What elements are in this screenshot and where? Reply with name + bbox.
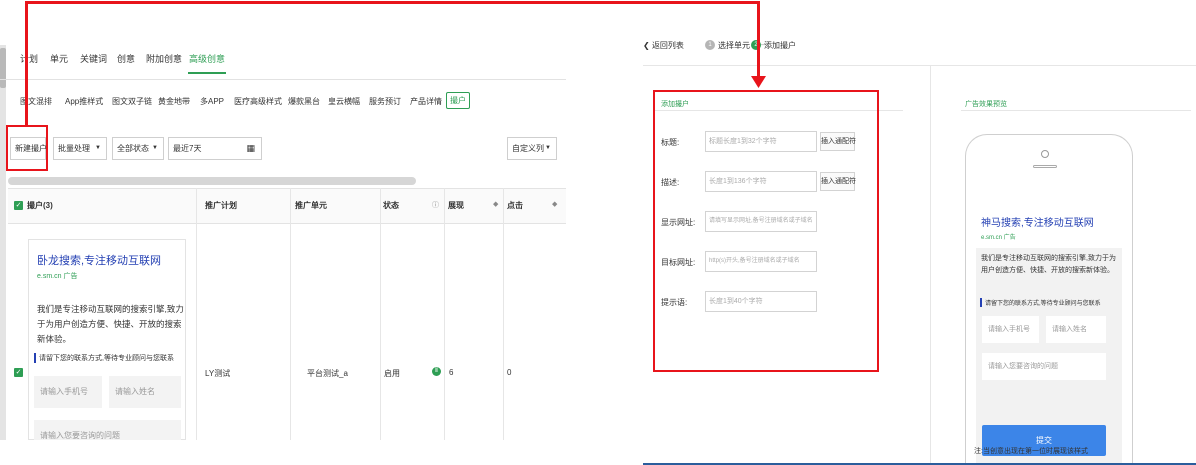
column-divider <box>503 188 504 440</box>
ad-description: 我们是专注移动互联网的搜索引擎,致力于为用户创造方便、快捷、开放的搜索新体验。 <box>37 304 184 344</box>
column-divider <box>290 188 291 440</box>
horizontal-scrollbar[interactable] <box>8 177 416 185</box>
phone-ad-description: 我们是专注移动互联网的搜索引擎,致力于为用户创造方便、快捷、开放的搜索新体验。 <box>981 255 1116 274</box>
subtab-double-link[interactable]: 图文双子链 <box>112 96 152 107</box>
campaign-manager-panel: 计划 单元 关键词 创意 附加创意 高级创意 图文混排 App推样式 图文双子链… <box>0 0 566 440</box>
ad-name-input[interactable]: 请输入姓名 <box>109 376 181 408</box>
active-tab-indicator <box>188 72 226 74</box>
custom-columns-dropdown[interactable]: 自定义列 ▼ <box>507 137 557 160</box>
header-plan[interactable]: 推广计划 <box>205 200 237 211</box>
ad-phone-input[interactable]: 请输入手机号 <box>34 376 102 408</box>
subtab-banner[interactable]: 皇云横幅 <box>328 96 360 107</box>
header-impressions[interactable]: 展现 <box>448 200 464 211</box>
sort-icon[interactable]: ◆ <box>493 200 498 208</box>
cell-unit[interactable]: 平台测试_a <box>307 368 348 379</box>
caret-down-icon: ▼ <box>545 145 551 151</box>
row-checkbox[interactable]: ✓ <box>14 368 23 377</box>
header-clicks[interactable]: 点击 <box>507 200 523 211</box>
preview-section-title: 广告效果预览 <box>965 101 1007 108</box>
annotation-highlight-form <box>653 90 879 372</box>
back-to-list-link[interactable]: ❮ 返回列表 <box>643 40 684 51</box>
annotation-arrowhead-icon <box>751 76 766 88</box>
camera-icon <box>1041 150 1049 158</box>
phone-ad-url: e.sm.cn 广告 <box>981 235 1016 241</box>
header-lead[interactable]: 撮户(3) <box>27 200 53 211</box>
ad-title[interactable]: 卧龙搜索,专注移动互联网 <box>37 252 161 268</box>
subtab-hot-stage[interactable]: 爆款黑台 <box>288 96 320 107</box>
subtab-app-style[interactable]: App推样式 <box>65 96 103 107</box>
batch-dropdown[interactable]: 批量处理 ▼ <box>53 137 107 160</box>
date-range-picker[interactable]: 最近7天 ▦ <box>168 137 262 160</box>
date-range-label: 最近7天 <box>173 144 202 153</box>
column-divider <box>444 188 445 440</box>
subtab-golden-zone[interactable]: 黄金地带 <box>158 96 190 107</box>
speaker-icon <box>1033 165 1057 168</box>
ad-preview-card: 卧龙搜索,专注移动互联网 e.sm.cn 广告 我们是专注移动互联网的搜索引擎,… <box>28 239 186 440</box>
table-header <box>8 188 566 224</box>
preview-note: 注:当创意出现在第一位时展现该样式 <box>974 448 1088 455</box>
back-label: 返回列表 <box>651 41 684 50</box>
vertical-scrollbar-thumb[interactable] <box>0 48 6 88</box>
calendar-icon: ▦ <box>246 143 255 153</box>
step-2-label: 添加撮户 <box>764 41 796 50</box>
status-filter-label: 全部状态 <box>117 144 149 153</box>
caret-down-icon: ▼ <box>95 145 101 151</box>
help-icon[interactable]: ⓘ <box>432 200 439 210</box>
ad-url: e.sm.cn 广告 <box>37 273 78 280</box>
subtab-product-detail[interactable]: 产品详情 <box>410 96 442 107</box>
subtab-lead-form[interactable]: 撮户 <box>446 92 470 109</box>
annotation-highlight-new-button <box>6 125 48 171</box>
annotation-arrow-line-right <box>757 1 760 78</box>
panel-divider <box>930 66 931 465</box>
subtab-medical-style[interactable]: 医疗高级样式 <box>234 96 282 107</box>
cell-status: 启用 <box>384 369 400 378</box>
select-all-checkbox[interactable]: ✓ <box>14 201 23 210</box>
tab-keyword[interactable]: 关键词 <box>80 52 107 65</box>
batch-label: 批量处理 <box>58 144 90 153</box>
annotation-arrow-line-top <box>25 1 760 4</box>
tab-extra-creative[interactable]: 附加创意 <box>146 52 182 65</box>
tab-advanced-creative[interactable]: 高级创意 <box>189 52 225 65</box>
subtab-multi-app[interactable]: 多APP <box>200 96 224 107</box>
ad-lead-prompt: 请留下您的联系方式,等待专业顾问与您联系 <box>34 353 174 363</box>
chevron-left-icon: ❮ <box>643 41 652 50</box>
cell-impressions: 6 <box>449 368 454 377</box>
status-filter-dropdown[interactable]: 全部状态 ▼ <box>112 137 164 160</box>
cell-clicks: 0 <box>507 368 512 377</box>
phone-ad-title[interactable]: 神马搜索,专注移动互联网 <box>981 214 1094 229</box>
phone-number-input[interactable]: 请输入手机号 <box>982 316 1039 343</box>
phone-lead-prompt: 请留下您的联系方式,等待专业顾问与您联系 <box>980 298 1101 307</box>
tab-divider <box>0 79 566 80</box>
cell-plan[interactable]: LY测试 <box>205 368 230 379</box>
tab-creative[interactable]: 创意 <box>117 52 135 65</box>
column-divider <box>196 188 197 440</box>
phone-name-input[interactable]: 请输入姓名 <box>1046 316 1106 343</box>
custom-columns-label: 自定义列 <box>512 144 544 153</box>
column-divider <box>380 188 381 440</box>
vertical-scrollbar[interactable] <box>0 45 6 440</box>
annotation-arrow-line-left <box>25 1 28 125</box>
caret-down-icon: ▼ <box>152 145 158 151</box>
tab-plan[interactable]: 计划 <box>20 52 38 65</box>
subtab-booking[interactable]: 服务预订 <box>369 96 401 107</box>
tab-unit[interactable]: 单元 <box>50 52 68 65</box>
header-unit[interactable]: 推广单元 <box>295 200 327 211</box>
preview-section-line <box>961 110 1191 111</box>
phone-mockup: 神马搜索,专注移动互联网 e.sm.cn 广告 我们是专注移动互联网的搜索引擎,… <box>965 134 1133 465</box>
sort-icon[interactable]: ◆ <box>552 200 557 208</box>
step-1-label: 选择单元 <box>718 41 750 50</box>
step-1-circle: 1 <box>705 40 715 50</box>
ad-question-input[interactable]: 请输入您要咨询的问题 <box>34 420 181 440</box>
header-status[interactable]: 状态 <box>383 200 399 211</box>
phone-screen: 神马搜索,专注移动互联网 e.sm.cn 广告 我们是专注移动互联网的搜索引擎,… <box>976 198 1122 465</box>
phone-question-input[interactable]: 请输入您要咨询的问题 <box>982 353 1106 380</box>
status-pause-icon[interactable]: Ⅱ <box>432 367 441 376</box>
